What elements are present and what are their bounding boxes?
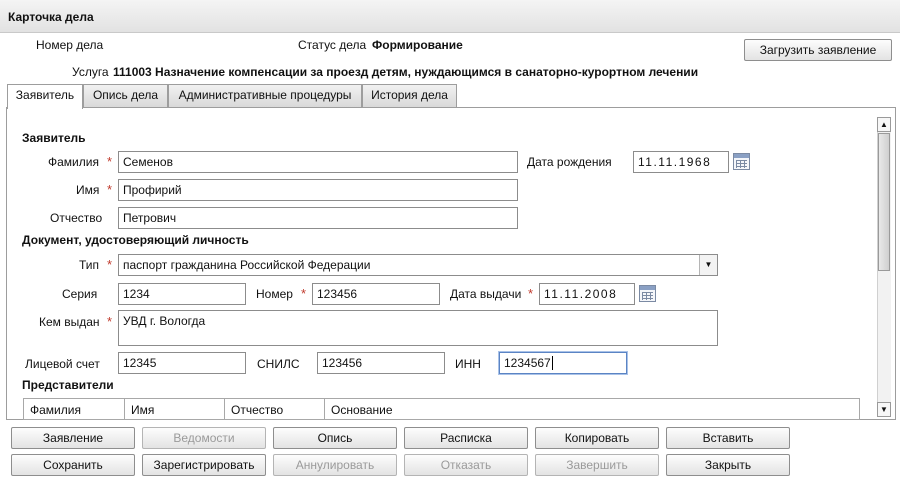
patronymic-field[interactable]: Петрович — [118, 207, 518, 229]
application-button[interactable]: Заявление — [11, 427, 135, 449]
doc-type-label: Тип — [79, 258, 100, 272]
snils-field[interactable]: 123456 — [317, 352, 445, 374]
tab-case-inventory[interactable]: Опись дела — [83, 84, 168, 107]
account-field[interactable]: 12345 — [118, 352, 246, 374]
birthdate-field[interactable]: 11.11.1968 — [633, 151, 729, 173]
statements-button[interactable]: Ведомости — [142, 427, 266, 449]
calendar-icon[interactable] — [733, 153, 750, 170]
snils-label: СНИЛС — [257, 357, 300, 371]
birthdate-label: Дата рождения — [527, 155, 612, 169]
number-label: Номер — [256, 287, 293, 301]
required-mark: * — [107, 257, 113, 272]
status-label: Статус дела — [298, 38, 367, 52]
inn-field[interactable]: 1234567 — [499, 352, 627, 374]
rep-column-header[interactable]: Отчество — [224, 398, 325, 420]
issue-date-label: Дата выдачи — [450, 287, 522, 301]
scrollbar-thumb[interactable] — [878, 133, 890, 271]
doc-type-select[interactable]: паспорт гражданина Российской Федерации — [118, 254, 718, 276]
required-mark: * — [107, 314, 113, 329]
window-titlebar: Карточка дела — [0, 0, 900, 33]
number-field[interactable]: 123456 — [312, 283, 440, 305]
section-representatives-title: Представители — [22, 378, 114, 392]
rep-column-header[interactable]: Фамилия — [23, 398, 125, 420]
required-mark: * — [107, 182, 113, 197]
refuse-button[interactable]: Отказать — [404, 454, 528, 476]
series-label: Серия — [62, 287, 98, 301]
section-document-title: Документ, удостоверяющий личность — [22, 233, 249, 247]
issued-by-field[interactable]: УВД г. Вологда — [118, 310, 718, 346]
receipt-button[interactable]: Расписка — [404, 427, 528, 449]
scroll-up-icon[interactable]: ▲ — [877, 117, 891, 132]
surname-label: Фамилия — [48, 155, 99, 169]
inventory-button[interactable]: Опись — [273, 427, 397, 449]
required-mark: * — [107, 154, 113, 169]
text-cursor — [551, 356, 553, 370]
issue-date-field[interactable]: 11.11.2008 — [539, 283, 635, 305]
service-label: Услуга — [72, 65, 109, 79]
upload-application-button[interactable]: Загрузить заявление — [744, 39, 892, 61]
required-mark: * — [301, 286, 307, 301]
tab-admin-procedures[interactable]: Административные процедуры — [168, 84, 362, 107]
series-field[interactable]: 1234 — [118, 283, 246, 305]
surname-field[interactable]: Семенов — [118, 151, 518, 173]
rep-column-header[interactable]: Основание — [324, 398, 860, 420]
case-number-label: Номер дела — [36, 38, 104, 52]
complete-button[interactable]: Завершить — [535, 454, 659, 476]
annul-button[interactable]: Аннулировать — [273, 454, 397, 476]
required-mark: * — [528, 286, 534, 301]
doc-type-value: паспорт гражданина Российской Федерации — [123, 258, 371, 272]
issued-by-label: Кем выдан — [39, 315, 100, 329]
section-applicant-title: Заявитель — [22, 131, 86, 145]
calendar-icon[interactable] — [639, 285, 656, 302]
tab-applicant[interactable]: Заявитель — [7, 84, 83, 109]
copy-button[interactable]: Копировать — [535, 427, 659, 449]
tab-case-history[interactable]: История дела — [362, 84, 457, 107]
account-label: Лицевой счет — [25, 357, 100, 371]
rep-column-header[interactable]: Имя — [124, 398, 225, 420]
paste-button[interactable]: Вставить — [666, 427, 790, 449]
name-label: Имя — [76, 183, 100, 197]
chevron-down-icon[interactable]: ▼ — [699, 255, 717, 275]
register-button[interactable]: Зарегистрировать — [142, 454, 266, 476]
name-field[interactable]: Профирий — [118, 179, 518, 201]
inn-value: 1234567 — [504, 356, 551, 370]
scroll-down-icon[interactable]: ▼ — [877, 402, 891, 417]
inn-label: ИНН — [455, 357, 481, 371]
service-value: 111003 Назначение компенсации за проезд … — [113, 65, 699, 79]
patronymic-label: Отчество — [50, 211, 103, 225]
window-title: Карточка дела — [8, 10, 94, 24]
close-button[interactable]: Закрыть — [666, 454, 790, 476]
save-button[interactable]: Сохранить — [11, 454, 135, 476]
status-value: Формирование — [372, 38, 463, 52]
